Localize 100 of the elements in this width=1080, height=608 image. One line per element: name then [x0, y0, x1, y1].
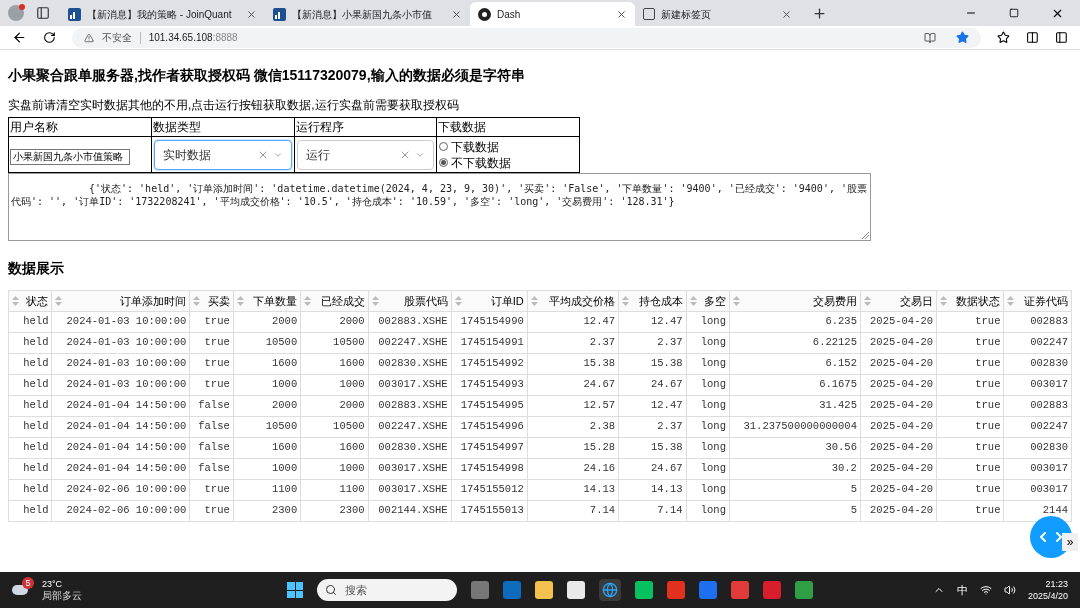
- radio-button[interactable]: [439, 158, 449, 167]
- section-title: 数据展示: [8, 259, 65, 277]
- app-icon[interactable]: [699, 581, 717, 599]
- back-icon[interactable]: [12, 30, 27, 45]
- column-header[interactable]: 数据状态: [936, 290, 1004, 312]
- input-method-indicator[interactable]: 中: [956, 581, 968, 599]
- column-header[interactable]: 交易日: [860, 290, 937, 312]
- close-icon[interactable]: [616, 8, 627, 20]
- app-icon[interactable]: [763, 581, 781, 599]
- sort-icon[interactable]: [733, 296, 740, 306]
- sort-icon[interactable]: [236, 296, 244, 306]
- table-cell: long: [686, 479, 730, 501]
- table-cell: 002247.XSHE: [368, 332, 452, 354]
- sidebar-icon[interactable]: [1055, 31, 1068, 44]
- browser-app-icon[interactable]: [599, 579, 621, 601]
- favorites-icon[interactable]: [997, 31, 1011, 44]
- taskbar-search-field[interactable]: 搜索: [317, 579, 457, 601]
- sort-icon[interactable]: [454, 296, 462, 306]
- browser-tab[interactable]: Dash: [470, 2, 635, 26]
- more-button[interactable]: »: [1062, 533, 1078, 551]
- debug-toggle-button[interactable]: [1030, 516, 1072, 558]
- table-cell: 15.38: [618, 353, 686, 375]
- table-cell: 31.237500000000004: [729, 416, 861, 438]
- profile-avatar-icon[interactable]: [8, 5, 24, 21]
- sort-icon[interactable]: [304, 296, 312, 306]
- table-cell: 002830: [1004, 353, 1072, 375]
- table-cell: 002247: [1004, 416, 1072, 438]
- column-header[interactable]: 平均成交价格: [527, 290, 619, 312]
- url-text: 101.34.65.108:8888: [148, 31, 238, 45]
- column-header[interactable]: 买卖: [189, 290, 234, 312]
- table-cell: 2000: [233, 311, 301, 333]
- resize-handle-icon[interactable]: [862, 232, 869, 239]
- table-cell: 2025-04-20: [860, 479, 937, 501]
- app-icon[interactable]: [731, 581, 749, 599]
- weather-icon[interactable]: [12, 585, 28, 595]
- table-cell: 12.47: [527, 311, 619, 333]
- column-header[interactable]: 状态: [8, 290, 52, 312]
- sort-icon[interactable]: [689, 296, 697, 306]
- table-cell: 1000: [300, 458, 369, 480]
- close-icon[interactable]: [451, 8, 462, 20]
- sort-icon[interactable]: [371, 296, 379, 306]
- column-header[interactable]: 订单添加时间: [52, 290, 190, 312]
- table-cell: 15.38: [527, 353, 619, 375]
- read-aloud-icon[interactable]: [924, 31, 937, 44]
- table-cell: 1745154998: [451, 458, 528, 480]
- sort-icon[interactable]: [55, 296, 63, 306]
- sort-icon[interactable]: [1007, 296, 1015, 306]
- volume-icon[interactable]: [1003, 584, 1016, 596]
- sort-icon[interactable]: [940, 296, 948, 306]
- table-cell: held: [8, 374, 52, 396]
- output-textarea[interactable]: {'状态': 'held', '订单添加时间': 'datetime.datetime(2024, 4, 23, 9, 30)', '买卖': 'False', '下单数量': '9400', '已经成交': '9400', '股票代码': '', '订单ID': '1732208241', '平均成交价格': '10.5', '持仓成本': '10.59', '多空': 'long', '交易费用': '128.31'}: [8, 173, 871, 241]
- table-cell: 2024-01-04 14:50:00: [52, 458, 190, 480]
- sort-icon[interactable]: [863, 296, 871, 306]
- table-cell: 1600: [233, 437, 301, 459]
- column-header[interactable]: 交易费用: [729, 290, 861, 312]
- split-screen-icon[interactable]: [1026, 31, 1040, 44]
- table-cell: 2000: [233, 395, 301, 417]
- sort-icon[interactable]: [12, 296, 19, 306]
- table-cell: 2.37: [618, 416, 686, 438]
- table-cell: 15.38: [618, 437, 686, 459]
- column-header[interactable]: 多空: [686, 290, 730, 312]
- table-cell: false: [189, 437, 234, 459]
- tab-actions-icon[interactable]: [36, 6, 50, 20]
- sort-icon[interactable]: [193, 296, 201, 306]
- column-header[interactable]: 下单数量: [233, 290, 301, 312]
- new-tab-icon[interactable]: [812, 6, 827, 21]
- column-header[interactable]: 已经成交: [300, 290, 369, 312]
- table-cell: 6.22125: [729, 332, 861, 354]
- clock-time[interactable]: 21:23: [1045, 578, 1068, 590]
- radio-option[interactable]: 下载数据: [439, 138, 577, 155]
- chart-icon: [273, 7, 286, 21]
- address-bar[interactable]: 不安全 101.34.65.108:8888: [71, 27, 982, 48]
- column-header[interactable]: 股票代码: [368, 290, 452, 312]
- reload-icon[interactable]: [42, 31, 56, 44]
- app-icon[interactable]: [795, 581, 813, 599]
- table-cell: true: [936, 479, 1004, 501]
- username-field[interactable]: 小果新国九条小市值策略: [10, 148, 130, 165]
- table-cell: true: [936, 353, 1004, 375]
- sort-icon[interactable]: [530, 296, 538, 306]
- column-header[interactable]: 持仓成本: [618, 290, 686, 312]
- maximize-icon[interactable]: [1009, 8, 1019, 18]
- sort-icon[interactable]: [622, 296, 630, 306]
- table-cell: 10500: [233, 416, 301, 438]
- start-icon[interactable]: [287, 582, 303, 598]
- table-cell: long: [686, 311, 730, 333]
- column-header[interactable]: 订单ID: [451, 290, 528, 312]
- select-field[interactable]: 实时数据: [153, 139, 292, 170]
- close-icon[interactable]: [781, 8, 792, 20]
- table-cell: 003017.XSHE: [368, 458, 452, 480]
- radio-option[interactable]: 不下载数据: [439, 154, 577, 171]
- radio-button[interactable]: [439, 142, 449, 151]
- wifi-icon[interactable]: [979, 584, 992, 596]
- clock-date[interactable]: 2025/4/20: [1027, 590, 1068, 602]
- table-cell: false: [189, 395, 234, 417]
- column-header[interactable]: 证券代码: [1004, 290, 1072, 312]
- close-icon[interactable]: [246, 8, 257, 20]
- favorite-star-icon[interactable]: [956, 31, 970, 44]
- select-field[interactable]: 运行: [296, 139, 435, 170]
- table-cell: 12.47: [618, 311, 686, 333]
- dash-logo-icon: [478, 7, 491, 21]
